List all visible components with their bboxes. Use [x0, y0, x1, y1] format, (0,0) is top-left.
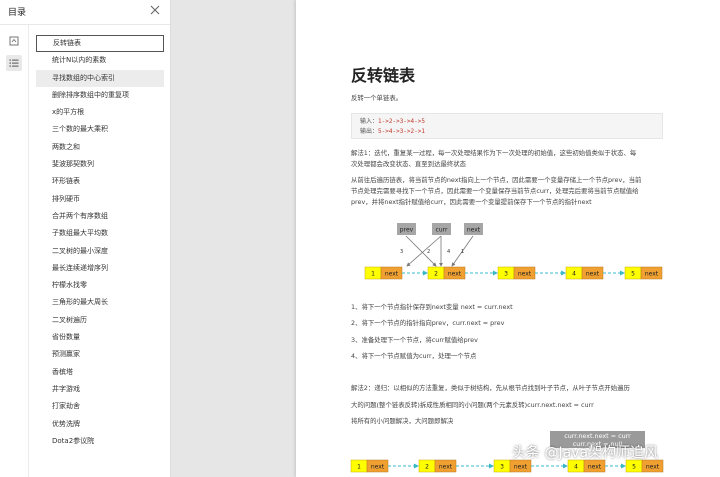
toc-item[interactable]: 柠檬水找零: [36, 277, 164, 294]
toc-item[interactable]: 二叉树遍历: [36, 312, 164, 329]
node-value: 1: [357, 464, 361, 471]
linked-list-diagrams: prev curr next 3 2 4 1 1 next 2 next 3 next 4 n…: [350, 223, 664, 473]
list-node: 2 next: [427, 266, 466, 280]
sidebar-title: 目录: [8, 8, 27, 18]
sidebar-header: 目录: [0, 0, 170, 25]
toc-item[interactable]: 斐波那契数列: [36, 156, 164, 173]
toc-item[interactable]: 统计N以内的素数: [36, 52, 164, 69]
arrow-number-2: 2: [427, 249, 430, 255]
sidebar-toolstrip: [0, 25, 29, 477]
toc-item[interactable]: 环形链表: [36, 173, 164, 190]
pointer-label-curr: curr: [436, 227, 448, 234]
toc-item[interactable]: 预测赢家: [36, 346, 164, 363]
arrow-number-4: 4: [447, 249, 450, 255]
node-value: 4: [574, 464, 578, 471]
toc-item[interactable]: 排列硬币: [36, 191, 164, 208]
node-value: 2: [434, 271, 438, 278]
tooltip-line1: curr.next.next = curr: [564, 432, 631, 440]
watermark: 头条 @Java架构师追风: [512, 445, 659, 461]
pointer-curr: curr: [432, 223, 451, 235]
node-next-label: next: [448, 271, 462, 278]
node-next-label: next: [646, 464, 660, 471]
node-next-label: next: [518, 271, 532, 278]
list-node: 1 next: [350, 459, 389, 473]
node-value: 1: [371, 271, 375, 278]
list-node: 1 next: [364, 266, 403, 280]
list-node: 4 next: [565, 266, 604, 280]
diagram1-nodes: 1 next 2 next 3 next 4 next 5 next: [364, 266, 663, 280]
node-value: 3: [504, 271, 508, 278]
node-next-label: next: [586, 271, 600, 278]
arrow-number-3: 3: [400, 249, 403, 255]
node-value: 3: [500, 464, 504, 471]
node-value: 5: [632, 464, 636, 471]
pointer-label-next: next: [467, 227, 481, 234]
toc-item[interactable]: 二叉树的最小深度: [36, 243, 164, 260]
node-next-label: next: [439, 464, 453, 471]
toc-item[interactable]: 省份数量: [36, 329, 164, 346]
arrow-number-1: 1: [461, 249, 464, 255]
outline-list-icon[interactable]: [6, 55, 22, 71]
node-next-label: next: [645, 271, 659, 278]
toc-item[interactable]: 井字游戏: [36, 381, 164, 398]
toc-item[interactable]: x的平方根: [36, 104, 164, 121]
toc-item[interactable]: 打家劫舍: [36, 398, 164, 415]
node-next-label: next: [371, 464, 385, 471]
toc-item[interactable]: 删除排序数组中的重复项: [36, 87, 164, 104]
toc-sidebar: 目录 反转链表 统计N以内的素数 寻找数组的中心索引 删除排序数组中的重复项 x的平方根…: [0, 0, 171, 477]
toc-item[interactable]: Dota2参议院: [36, 433, 164, 450]
node-value: 4: [572, 271, 576, 278]
close-icon[interactable]: [150, 5, 162, 17]
pointer-label-prev: prev: [400, 227, 414, 234]
page-thumbnail-icon[interactable]: [6, 33, 22, 49]
toc-item[interactable]: 合并两个有序数组: [36, 208, 164, 225]
toc-list: 反转链表 统计N以内的素数 寻找数组的中心索引 删除排序数组中的重复项 x的平方根 三个数…: [36, 35, 164, 450]
list-node: 5 next: [624, 266, 663, 280]
toc-item[interactable]: 子数组最大平均数: [36, 225, 164, 242]
toc-item[interactable]: 最长连续递增序列: [36, 260, 164, 277]
toc-item[interactable]: 优势洗牌: [36, 416, 164, 433]
toc-item[interactable]: 两数之和: [36, 139, 164, 156]
pointer-next: next: [464, 223, 483, 235]
list-node: 3 next: [497, 266, 536, 280]
toc-item[interactable]: 反转链表: [36, 35, 164, 53]
pointer-prev: prev: [397, 223, 416, 235]
toc-item[interactable]: 三角形的最大周长: [36, 294, 164, 311]
node-next-label: next: [514, 464, 528, 471]
list-node: 2 next: [418, 459, 457, 473]
node-next-label: next: [588, 464, 602, 471]
toc-item[interactable]: 三个数的最大乘积: [36, 121, 164, 138]
toc-item[interactable]: 寻找数组的中心索引: [36, 69, 164, 87]
node-value: 5: [631, 271, 635, 278]
node-value: 2: [425, 464, 429, 471]
node-next-label: next: [385, 271, 399, 278]
toc-item[interactable]: 香槟塔: [36, 364, 164, 381]
